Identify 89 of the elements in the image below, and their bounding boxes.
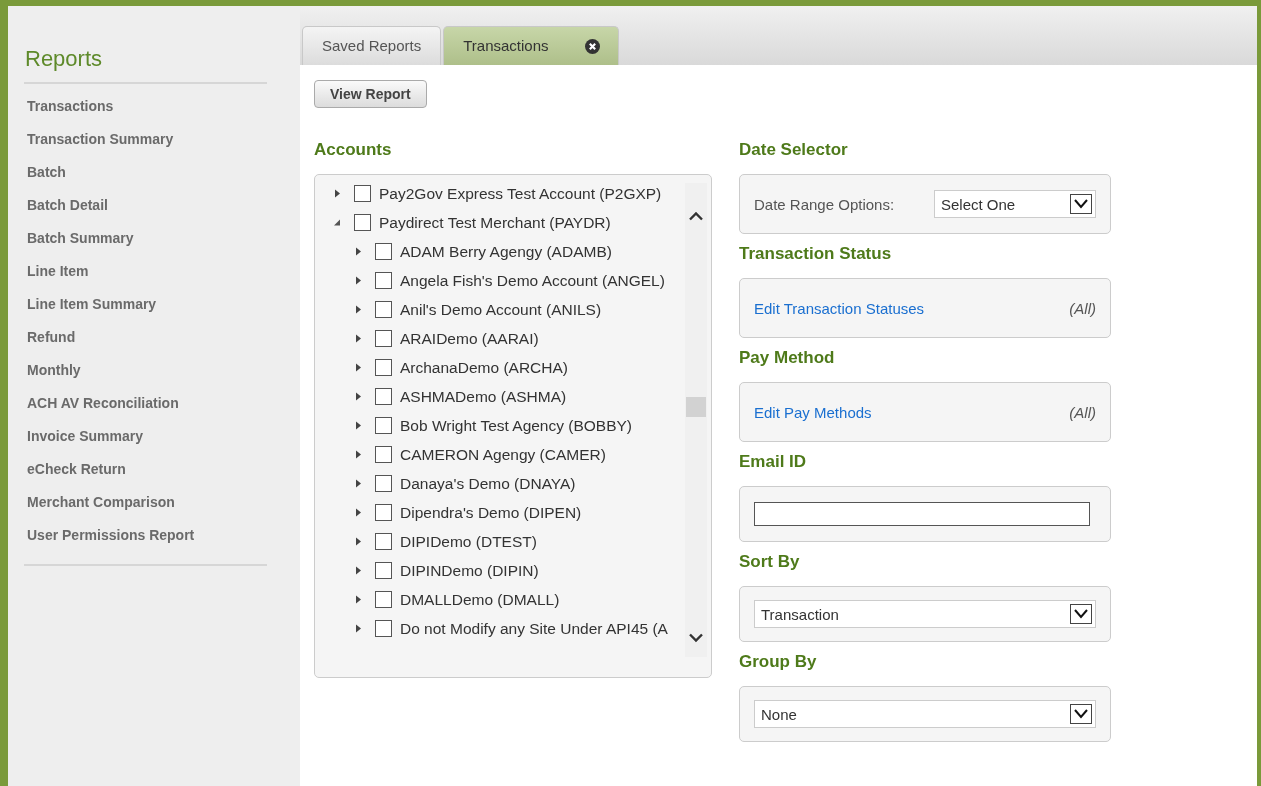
section-heading: Date Selector (739, 140, 849, 160)
account-label[interactable]: ADAM Berry Agengy (ADAMB) (400, 242, 612, 261)
sidebar-item[interactable]: Monthly (24, 354, 267, 387)
expand-arrow-icon[interactable] (354, 363, 362, 372)
expand-arrow-icon[interactable] (354, 421, 362, 430)
sort-by-select[interactable]: Transaction (754, 600, 1096, 628)
account-label[interactable]: CAMERON Agengy (CAMER) (400, 445, 606, 464)
account-label[interactable]: ArchanaDemo (ARCHA) (400, 358, 568, 377)
section-heading: Transaction Status (739, 244, 893, 264)
section-heading: Group By (739, 652, 818, 672)
edit-statuses-link[interactable]: Edit Transaction Statuses (754, 299, 925, 317)
expand-arrow-icon[interactable] (354, 334, 362, 343)
sidebar-item[interactable]: Batch Summary (24, 222, 267, 255)
sidebar-item[interactable]: Batch Detail (24, 189, 267, 222)
scroll-down-icon[interactable] (688, 632, 704, 643)
checkbox[interactable] (375, 243, 392, 260)
expand-arrow-icon[interactable] (354, 479, 362, 488)
checkbox[interactable] (375, 591, 392, 608)
selection-summary: (All) (1069, 299, 1096, 317)
account-label[interactable]: Do not Modify any Site Under API45 (A (400, 619, 668, 638)
sidebar-item[interactable]: ACH AV Reconciliation (24, 387, 267, 420)
sidebar-item[interactable]: Refund (24, 321, 267, 354)
account-label[interactable]: Anil's Demo Account (ANILS) (400, 300, 602, 319)
checkbox[interactable] (354, 214, 371, 231)
checkbox[interactable] (375, 417, 392, 434)
expand-arrow-icon[interactable] (354, 392, 362, 401)
account-label[interactable]: DIPINDemo (DIPIN) (400, 561, 539, 580)
expand-arrow-icon[interactable] (354, 508, 362, 517)
dropdown-icon[interactable] (1070, 704, 1092, 724)
expand-arrow-icon[interactable] (354, 247, 362, 256)
sidebar-item[interactable]: Batch (24, 156, 267, 189)
section-heading: Pay Method (739, 348, 836, 368)
expand-arrow-icon[interactable] (333, 189, 341, 198)
sidebar-item[interactable]: User Permissions Report (24, 519, 267, 552)
field-label: Date Range Options: (754, 195, 895, 213)
account-label[interactable]: Bob Wright Test Agency (BOBBY) (400, 416, 633, 435)
checkbox[interactable] (375, 330, 392, 347)
sidebar-item[interactable]: eCheck Return (24, 453, 267, 486)
scrollbar-thumb[interactable] (686, 397, 706, 417)
edit-pay-methods-link[interactable]: Edit Pay Methods (754, 403, 872, 421)
tab[interactable]: Transactions (443, 26, 619, 65)
expand-arrow-icon[interactable] (354, 566, 362, 575)
sidebar-item[interactable]: Line Item Summary (24, 288, 267, 321)
sidebar-item[interactable]: Line Item (24, 255, 267, 288)
sidebar-item[interactable]: Transaction Summary (24, 123, 267, 156)
account-label[interactable]: Paydirect Test Merchant (PAYDR) (379, 213, 611, 232)
date-range-select[interactable]: Select One (934, 190, 1096, 218)
account-label[interactable]: ARAIDemo (AARAI) (400, 329, 539, 348)
checkbox[interactable] (375, 359, 392, 376)
section-heading: Email ID (739, 452, 808, 472)
expand-arrow-icon[interactable] (354, 305, 362, 314)
account-label[interactable]: Pay2Gov Express Test Account (P2GXP) (379, 184, 662, 203)
checkbox[interactable] (375, 533, 392, 550)
section-heading: Sort By (739, 552, 801, 572)
account-label[interactable]: DIPIDemo (DTEST) (400, 532, 537, 551)
checkbox[interactable] (375, 475, 392, 492)
section-heading: Accounts (314, 140, 393, 160)
view-report-button[interactable]: View Report (314, 80, 427, 108)
group-by-select[interactable]: None (754, 700, 1096, 728)
tab[interactable]: Saved Reports (302, 26, 442, 65)
expanded-arrow-icon[interactable] (333, 218, 341, 227)
email-input-field[interactable] (754, 502, 1090, 526)
expand-arrow-icon[interactable] (354, 595, 362, 604)
account-label[interactable]: DMALLDemo (DMALL) (400, 590, 560, 609)
checkbox[interactable] (375, 562, 392, 579)
dropdown-icon[interactable] (1070, 194, 1092, 214)
expand-arrow-icon[interactable] (354, 537, 362, 546)
dropdown-icon[interactable] (1070, 604, 1092, 624)
checkbox[interactable] (375, 446, 392, 463)
account-label[interactable]: ASHMADemo (ASHMA) (400, 387, 567, 406)
checkbox[interactable] (375, 388, 392, 405)
sidebar-title: Reports (24, 46, 267, 84)
checkbox[interactable] (375, 301, 392, 318)
sidebar-item[interactable]: Transactions (24, 90, 267, 123)
expand-arrow-icon[interactable] (354, 450, 362, 459)
checkbox[interactable] (354, 185, 371, 202)
checkbox[interactable] (375, 504, 392, 521)
sidebar-item[interactable]: Invoice Summary (24, 420, 267, 453)
checkbox[interactable] (375, 272, 392, 289)
account-label[interactable]: Angela Fish's Demo Account (ANGEL) (400, 271, 665, 290)
sidebar-item[interactable]: Merchant Comparison (24, 486, 267, 519)
expand-arrow-icon[interactable] (354, 276, 362, 285)
expand-arrow-icon[interactable] (354, 624, 362, 633)
selection-summary: (All) (1069, 403, 1096, 421)
account-label[interactable]: Dipendra's Demo (DIPEN) (400, 503, 582, 522)
checkbox[interactable] (375, 620, 392, 637)
close-icon[interactable] (584, 39, 600, 54)
account-label[interactable]: Danaya's Demo (DNAYA) (400, 474, 576, 493)
scroll-up-icon[interactable] (688, 211, 704, 222)
